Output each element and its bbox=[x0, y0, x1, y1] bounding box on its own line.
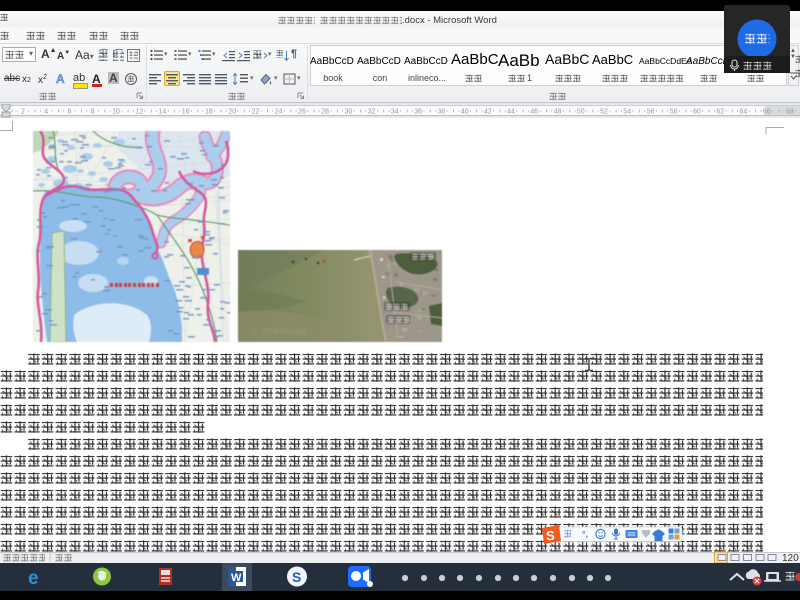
svg-text:52: 52 bbox=[600, 109, 608, 116]
svg-text:50: 50 bbox=[577, 109, 585, 116]
svg-text:8: 8 bbox=[91, 109, 95, 116]
svg-text:58: 58 bbox=[670, 109, 678, 116]
svg-text:36: 36 bbox=[414, 109, 422, 116]
svg-text:38: 38 bbox=[437, 109, 445, 116]
svg-text:120: 120 bbox=[782, 553, 799, 563]
svg-text:10: 10 bbox=[112, 109, 120, 116]
svg-text:60: 60 bbox=[693, 109, 701, 116]
svg-text:56: 56 bbox=[647, 109, 655, 116]
svg-text:e: e bbox=[28, 568, 39, 589]
svg-text:S: S bbox=[546, 528, 556, 544]
svg-text:2: 2 bbox=[21, 109, 25, 116]
svg-text:40: 40 bbox=[461, 109, 469, 116]
svg-text:S: S bbox=[292, 569, 301, 585]
svg-text:14: 14 bbox=[159, 109, 167, 116]
svg-text:16: 16 bbox=[182, 109, 190, 116]
svg-text:42: 42 bbox=[484, 109, 492, 116]
svg-text:44: 44 bbox=[507, 109, 515, 116]
svg-text:W: W bbox=[231, 572, 242, 584]
svg-text:24: 24 bbox=[275, 109, 283, 116]
svg-text:48: 48 bbox=[554, 109, 562, 116]
svg-text:62: 62 bbox=[716, 109, 724, 116]
svg-text:6: 6 bbox=[68, 109, 72, 116]
svg-text:22: 22 bbox=[252, 109, 260, 116]
svg-text:°,: °, bbox=[582, 529, 588, 539]
svg-text:30: 30 bbox=[345, 109, 353, 116]
svg-text:32: 32 bbox=[368, 109, 376, 116]
svg-text:20: 20 bbox=[228, 109, 236, 116]
svg-text:28: 28 bbox=[321, 109, 329, 116]
svg-text:66: 66 bbox=[763, 109, 771, 116]
svg-text:54: 54 bbox=[623, 109, 631, 116]
svg-text:12: 12 bbox=[135, 109, 143, 116]
svg-text:46: 46 bbox=[530, 109, 538, 116]
svg-text:34: 34 bbox=[391, 109, 399, 116]
svg-text:18: 18 bbox=[205, 109, 213, 116]
svg-text:68: 68 bbox=[786, 109, 794, 116]
svg-text:26: 26 bbox=[298, 109, 306, 116]
svg-text:4: 4 bbox=[44, 109, 48, 116]
svg-text:64: 64 bbox=[740, 109, 748, 116]
svg-text:© 2018 Google: © 2018 Google bbox=[252, 327, 306, 336]
